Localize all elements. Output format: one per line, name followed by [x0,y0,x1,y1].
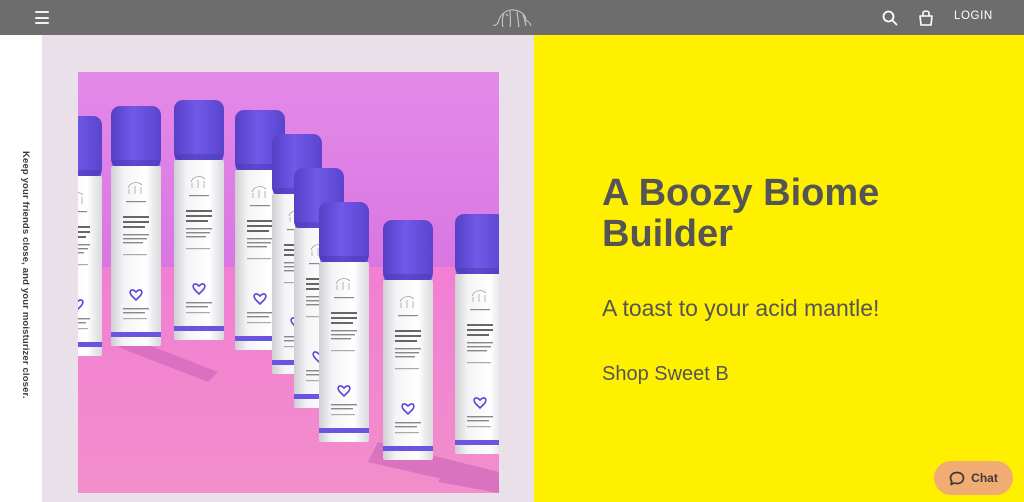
hero-title: A Boozy Biome Builder [602,172,880,255]
login-link[interactable]: LOGIN [954,10,993,22]
hero-subtitle: A toast to your acid mantle! [602,295,880,321]
tagline-column: Keep your friends close, and your moistu… [0,35,42,502]
product-photo [78,72,499,493]
top-navigation-bar: LOGIN [0,0,1024,35]
hamburger-menu-icon[interactable] [35,11,49,24]
shopping-bag-icon[interactable] [917,8,935,27]
elephant-logo[interactable] [490,5,534,30]
chat-button[interactable]: Chat [934,461,1013,495]
search-icon[interactable] [881,9,899,27]
hero-banner: A Boozy Biome Builder A toast to your ac… [534,35,1024,502]
shop-sweet-b-link[interactable]: Shop Sweet B [602,363,729,386]
chat-label: Chat [971,471,998,485]
tagline-text: Keep your friends close, and your moistu… [20,151,31,399]
chat-bubble-icon [949,471,965,485]
